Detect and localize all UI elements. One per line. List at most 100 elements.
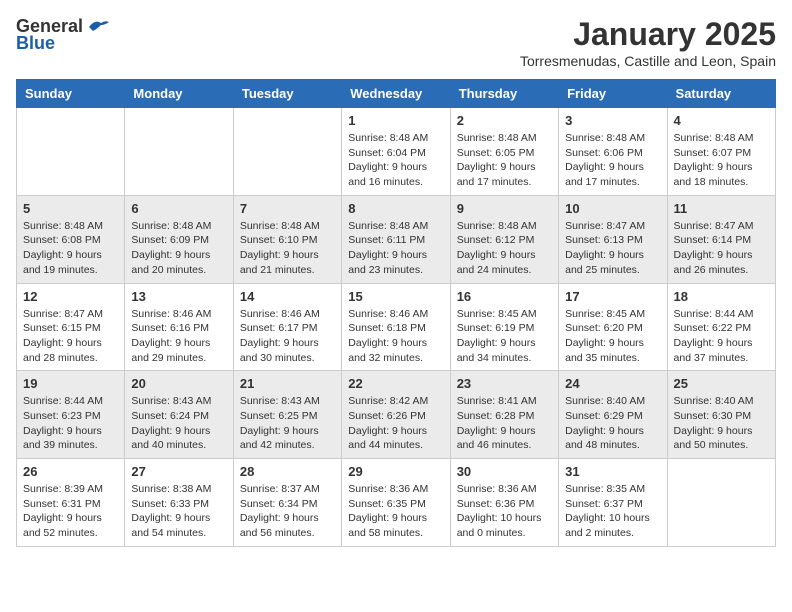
calendar-cell: 10Sunrise: 8:47 AMSunset: 6:13 PMDayligh… <box>559 195 667 283</box>
calendar-cell: 9Sunrise: 8:48 AMSunset: 6:12 PMDaylight… <box>450 195 558 283</box>
daylight-text: Daylight: 9 hours and 29 minutes. <box>131 337 210 364</box>
day-info: Sunrise: 8:48 AMSunset: 6:10 PMDaylight:… <box>240 219 335 278</box>
calendar-cell: 13Sunrise: 8:46 AMSunset: 6:16 PMDayligh… <box>125 283 233 371</box>
sunrise-text: Sunrise: 8:43 AM <box>240 395 320 407</box>
sunset-text: Sunset: 6:34 PM <box>240 498 318 510</box>
sunrise-text: Sunrise: 8:48 AM <box>457 132 537 144</box>
day-number: 3 <box>565 113 660 128</box>
daylight-text: Daylight: 9 hours and 17 minutes. <box>457 161 536 188</box>
sunset-text: Sunset: 6:07 PM <box>674 147 752 159</box>
daylight-text: Daylight: 9 hours and 50 minutes. <box>674 425 753 452</box>
daylight-text: Daylight: 9 hours and 48 minutes. <box>565 425 644 452</box>
sunset-text: Sunset: 6:24 PM <box>131 410 209 422</box>
day-info: Sunrise: 8:44 AMSunset: 6:22 PMDaylight:… <box>674 307 769 366</box>
sunset-text: Sunset: 6:11 PM <box>348 234 425 246</box>
day-info: Sunrise: 8:39 AMSunset: 6:31 PMDaylight:… <box>23 482 118 541</box>
sunset-text: Sunset: 6:37 PM <box>565 498 643 510</box>
day-number: 12 <box>23 289 118 304</box>
sunset-text: Sunset: 6:25 PM <box>240 410 318 422</box>
day-number: 11 <box>674 201 769 216</box>
calendar-cell: 5Sunrise: 8:48 AMSunset: 6:08 PMDaylight… <box>17 195 125 283</box>
day-info: Sunrise: 8:45 AMSunset: 6:19 PMDaylight:… <box>457 307 552 366</box>
header-sunday: Sunday <box>17 80 125 108</box>
daylight-text: Daylight: 9 hours and 25 minutes. <box>565 249 644 276</box>
daylight-text: Daylight: 9 hours and 46 minutes. <box>457 425 536 452</box>
day-info: Sunrise: 8:48 AMSunset: 6:09 PMDaylight:… <box>131 219 226 278</box>
sunrise-text: Sunrise: 8:48 AM <box>131 220 211 232</box>
sunrise-text: Sunrise: 8:40 AM <box>565 395 645 407</box>
sunrise-text: Sunrise: 8:42 AM <box>348 395 428 407</box>
sunrise-text: Sunrise: 8:48 AM <box>674 132 754 144</box>
daylight-text: Daylight: 9 hours and 56 minutes. <box>240 512 319 539</box>
day-number: 18 <box>674 289 769 304</box>
sunrise-text: Sunrise: 8:41 AM <box>457 395 537 407</box>
sunset-text: Sunset: 6:16 PM <box>131 322 209 334</box>
calendar-header-row: SundayMondayTuesdayWednesdayThursdayFrid… <box>17 80 776 108</box>
header-monday: Monday <box>125 80 233 108</box>
day-number: 4 <box>674 113 769 128</box>
logo: General Blue <box>16 16 109 54</box>
day-number: 5 <box>23 201 118 216</box>
sunrise-text: Sunrise: 8:37 AM <box>240 483 320 495</box>
day-number: 10 <box>565 201 660 216</box>
day-info: Sunrise: 8:46 AMSunset: 6:17 PMDaylight:… <box>240 307 335 366</box>
day-number: 1 <box>348 113 443 128</box>
daylight-text: Daylight: 9 hours and 39 minutes. <box>23 425 102 452</box>
calendar-cell: 1 Sunrise: 8:48 AM Sunset: 6:04 PM Daylight… <box>342 108 450 196</box>
sunset-text: Sunset: 6:14 PM <box>674 234 752 246</box>
day-info: Sunrise: 8:45 AMSunset: 6:20 PMDaylight:… <box>565 307 660 366</box>
day-info: Sunrise: 8:46 AM Sunset: 6:16 PM Daylight:… <box>131 307 226 366</box>
sunset-text: Sunset: 6:33 PM <box>131 498 209 510</box>
sunset-text: Sunset: 6:04 PM <box>348 147 426 159</box>
daylight-text: Daylight: 9 hours and 26 minutes. <box>674 249 753 276</box>
month-title: January 2025 <box>520 16 776 53</box>
header-tuesday: Tuesday <box>233 80 341 108</box>
sunset-text: Sunset: 6:31 PM <box>23 498 101 510</box>
day-info: Sunrise: 8:48 AM Sunset: 6:05 PM Daylight:… <box>457 131 552 190</box>
sunset-text: Sunset: 6:29 PM <box>565 410 643 422</box>
calendar-cell: 27 Sunrise: 8:38 AMSunset: 6:33 PMDayligh… <box>125 459 233 547</box>
day-number: 28 <box>240 464 335 479</box>
calendar-cell: 12Sunrise: 8:47 AMSunset: 6:15 PMDayligh… <box>17 283 125 371</box>
sunset-text: Sunset: 6:17 PM <box>240 322 318 334</box>
daylight-text: Daylight: 9 hours and 16 minutes. <box>348 161 427 188</box>
day-number: 27 <box>131 464 226 479</box>
sunset-text: Sunset: 6:09 PM <box>131 234 209 246</box>
daylight-text: Daylight: 9 hours and 18 minutes. <box>674 161 753 188</box>
daylight-text: Daylight: 10 hours and 2 minutes. <box>565 512 650 539</box>
calendar-cell: 28 Sunrise: 8:37 AM Sunset: 6:34 PM Dayligh… <box>233 459 341 547</box>
location-subtitle: Torresmenudas, Castille and Leon, Spain <box>520 53 776 69</box>
daylight-text: Daylight: 9 hours and 30 minutes. <box>240 337 319 364</box>
sunrise-text: Sunrise: 8:46 AM <box>131 308 211 320</box>
sunrise-text: Sunrise: 8:47 AM <box>565 220 645 232</box>
header-saturday: Saturday <box>667 80 775 108</box>
daylight-text: Daylight: 9 hours and 28 minutes. <box>23 337 102 364</box>
sunset-text: Sunset: 6:30 PM <box>674 410 752 422</box>
day-number: 15 <box>348 289 443 304</box>
calendar-cell: 23Sunrise: 8:41 AMSunset: 6:28 PMDayligh… <box>450 371 558 459</box>
calendar-cell <box>233 108 341 196</box>
day-info: Sunrise: 8:41 AMSunset: 6:28 PMDaylight:… <box>457 394 552 453</box>
sunrise-text: Sunrise: 8:35 AM <box>565 483 645 495</box>
sunset-text: Sunset: 6:35 PM <box>348 498 426 510</box>
sunset-text: Sunset: 6:05 PM <box>457 147 535 159</box>
daylight-text: Daylight: 9 hours and 58 minutes. <box>348 512 427 539</box>
sunrise-text: Sunrise: 8:43 AM <box>131 395 211 407</box>
day-info: Sunrise: 8:38 AMSunset: 6:33 PMDaylight:… <box>131 482 226 541</box>
calendar-table: SundayMondayTuesdayWednesdayThursdayFrid… <box>16 79 776 547</box>
day-number: 7 <box>240 201 335 216</box>
calendar-cell <box>17 108 125 196</box>
sunset-text: Sunset: 6:18 PM <box>348 322 426 334</box>
day-number: 21 <box>240 376 335 391</box>
day-info: Sunrise: 8:46 AMSunset: 6:18 PMDaylight:… <box>348 307 443 366</box>
day-info: Sunrise: 8:47 AMSunset: 6:14 PMDaylight:… <box>674 219 769 278</box>
daylight-text: Daylight: 10 hours and 0 minutes. <box>457 512 542 539</box>
sunrise-text: Sunrise: 8:46 AM <box>348 308 428 320</box>
day-number: 16 <box>457 289 552 304</box>
calendar-cell: 7 Sunrise: 8:48 AMSunset: 6:10 PMDaylight… <box>233 195 341 283</box>
sunset-text: Sunset: 6:08 PM <box>23 234 101 246</box>
daylight-text: Daylight: 9 hours and 40 minutes. <box>131 425 210 452</box>
calendar-cell: 22Sunrise: 8:42 AMSunset: 6:26 PMDayligh… <box>342 371 450 459</box>
sunrise-text: Sunrise: 8:48 AM <box>348 132 428 144</box>
sunrise-text: Sunrise: 8:48 AM <box>565 132 645 144</box>
